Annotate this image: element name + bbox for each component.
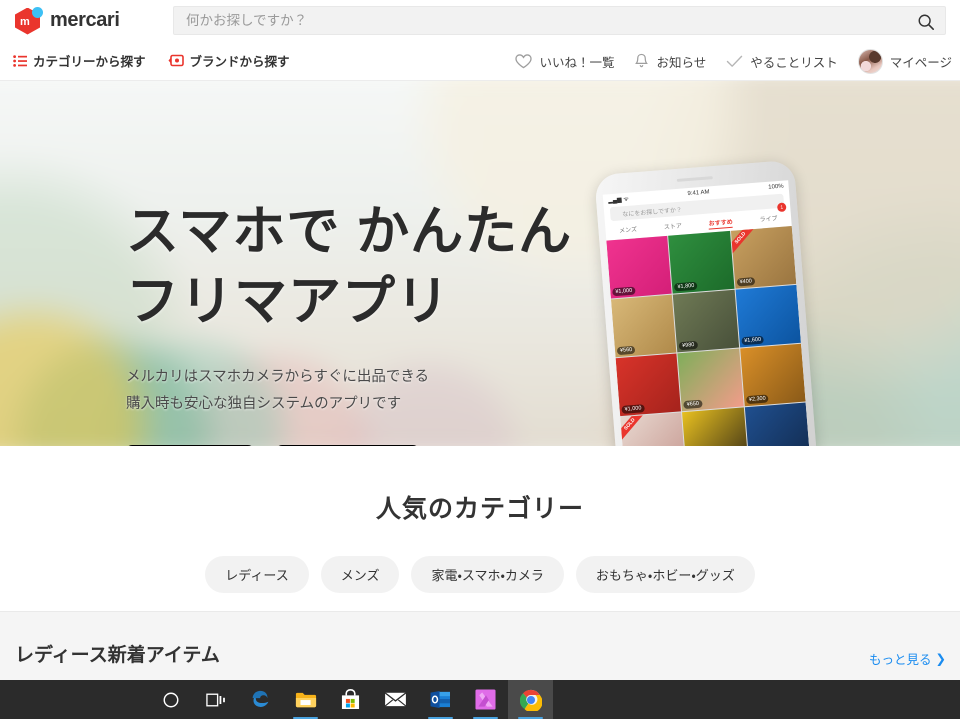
- hero-subtitle: メルカリはスマホカメラからすぐに出品できる 購入時も安心な独自システムのアプリで…: [126, 369, 430, 412]
- sold-badge: SOLD: [620, 412, 646, 442]
- phone-item-cell: ¥980: [673, 289, 739, 353]
- phone-item-cell: SOLD¥500: [620, 412, 686, 446]
- avatar: [857, 48, 883, 74]
- category-chip[interactable]: レディース: [205, 556, 309, 593]
- category-chip[interactable]: おもちゃ・ホビー・グッズ: [575, 556, 755, 593]
- affinity-photo-icon[interactable]: [463, 680, 508, 719]
- phone-item-price: ¥1,000: [612, 286, 636, 297]
- logo-wordmark: mercari: [50, 9, 120, 31]
- logo-letter: m: [20, 15, 30, 28]
- edge-icon[interactable]: [238, 680, 283, 719]
- phone-item-cell: ¥1,800: [668, 230, 735, 294]
- signal-icon: ▂▄▆ ᯤ: [607, 196, 630, 204]
- mercari-logo-mark: m: [15, 6, 43, 36]
- task-view-icon[interactable]: [193, 680, 238, 719]
- nav-brand-search-label: ブランドから探す: [189, 55, 290, 69]
- phone-item-price: ¥560: [616, 345, 636, 356]
- cortana-icon[interactable]: [148, 680, 193, 719]
- phone-item-cell: ¥1,000: [606, 235, 673, 299]
- nav-category-search-label: カテゴリーから探す: [33, 55, 146, 69]
- list-icon: [13, 54, 27, 67]
- secondary-nav-left: カテゴリーから探す ブランドから探す: [13, 51, 290, 70]
- popular-categories-title: 人気のカテゴリー: [375, 495, 584, 523]
- phone-tab-2: おすすめ: [708, 216, 734, 230]
- phone-item-cell: ¥2,300: [739, 343, 806, 407]
- phone-item-cell: ¥1,600: [735, 284, 801, 348]
- nav-brand-search[interactable]: ブランドから探す: [168, 51, 290, 70]
- phone-item-price: ¥400: [736, 277, 756, 287]
- phone-item-cell: ¥650: [677, 348, 744, 412]
- new-items-more-link[interactable]: もっと見る ❯: [869, 649, 946, 668]
- phone-item-price: ¥1,000: [621, 404, 645, 414]
- hero-banner[interactable]: ▂▄▆ ᯤ 9:41 AM 100% なにをお探しですか？ 1 メンズ ストア …: [0, 81, 960, 446]
- phone-item-price: ¥1,600: [741, 335, 765, 346]
- nav-category-search[interactable]: カテゴリーから探す: [13, 51, 146, 70]
- phone-item-price: ¥2,300: [745, 394, 770, 405]
- phone-item-cell: ¥440: [682, 407, 749, 446]
- mercari-homepage: m mercari 何かお探しですか？ カテゴリーから探す ブランドから探す い…: [0, 0, 960, 719]
- phone-item-cell: ¥44,200: [744, 402, 811, 446]
- secondary-nav-right: いいね！一覧 お知らせ やることリスト マイページ: [515, 41, 952, 81]
- heart-icon: [515, 53, 533, 69]
- site-header: m mercari: [0, 0, 960, 41]
- category-chip-list: レディース メンズ 家電・スマホ・カメラ おもちゃ・ホビー・グッズ: [0, 556, 960, 593]
- microsoft-store-icon[interactable]: [328, 680, 373, 719]
- logo-dot-icon: [32, 6, 43, 18]
- chrome-icon[interactable]: [508, 680, 553, 719]
- chevron-right-icon: ❯: [935, 652, 946, 666]
- new-items-title: レディース新着アイテム: [15, 645, 220, 666]
- phone-tab-3: ライブ: [759, 216, 778, 224]
- phone-mockup: ▂▄▆ ᯤ 9:41 AM 100% なにをお探しですか？ 1 メンズ ストア …: [594, 159, 822, 446]
- category-chip[interactable]: 家電・スマホ・カメラ: [411, 556, 564, 593]
- phone-item-cell: SOLD ¥400: [730, 226, 797, 289]
- phone-item-price: ¥1,800: [674, 281, 698, 292]
- secondary-nav: カテゴリーから探す ブランドから探す いいね！一覧 お知らせ やることリスト マ…: [0, 41, 960, 81]
- phone-item-cell: ¥1,000: [615, 353, 682, 417]
- windows-taskbar: [0, 680, 960, 719]
- nav-mypage-label: マイページ: [889, 55, 952, 70]
- category-chip[interactable]: メンズ: [320, 556, 400, 593]
- mercari-logo[interactable]: m mercari: [15, 6, 120, 36]
- nav-todo-list-label: やることリスト: [750, 55, 838, 70]
- new-items-more-label: もっと見る: [869, 653, 932, 667]
- search-bar[interactable]: [173, 6, 946, 35]
- nav-mypage[interactable]: マイページ: [857, 48, 952, 74]
- bell-icon: [634, 53, 649, 69]
- phone-item-price: ¥650: [683, 399, 703, 410]
- sold-badge: SOLD: [730, 226, 756, 256]
- search-icon: [918, 14, 935, 31]
- outlook-icon[interactable]: [418, 680, 463, 719]
- nav-notifications-label: お知らせ: [656, 55, 707, 70]
- phone-item-grid: ¥1,000 ¥1,800 SOLD ¥400 ¥560 ¥980 ¥1,600 ¥1,000…: [606, 226, 811, 446]
- mail-icon[interactable]: [373, 680, 418, 719]
- phone-item-price: ¥980: [678, 340, 698, 351]
- phone-screen: ▂▄▆ ᯤ 9:41 AM 100% なにをお探しですか？ 1 メンズ ストア …: [602, 180, 812, 446]
- phone-battery: 100%: [768, 183, 784, 191]
- search-input[interactable]: [186, 7, 886, 34]
- hero-title: スマホで かんたん フリマアプリ: [126, 202, 573, 331]
- phone-tab-1: ストア: [663, 223, 683, 232]
- file-explorer-icon[interactable]: [283, 680, 328, 719]
- nav-likes[interactable]: いいね！一覧: [515, 52, 614, 71]
- phone-search-placeholder: なにをお探しですか？: [622, 207, 683, 218]
- nav-notifications[interactable]: お知らせ: [634, 52, 706, 71]
- phone-item-cell: ¥560: [610, 294, 677, 358]
- nav-todo-list[interactable]: やることリスト: [726, 52, 838, 71]
- brand-tag-icon: [168, 54, 184, 67]
- search-button[interactable]: [915, 11, 937, 33]
- nav-likes-label: いいね！一覧: [539, 55, 615, 70]
- check-icon: [726, 54, 743, 69]
- phone-status-time: 9:41 AM: [687, 188, 710, 197]
- phone-tab-0: メンズ: [618, 227, 638, 235]
- new-items-section: レディース新着アイテム もっと見る ❯: [0, 611, 960, 680]
